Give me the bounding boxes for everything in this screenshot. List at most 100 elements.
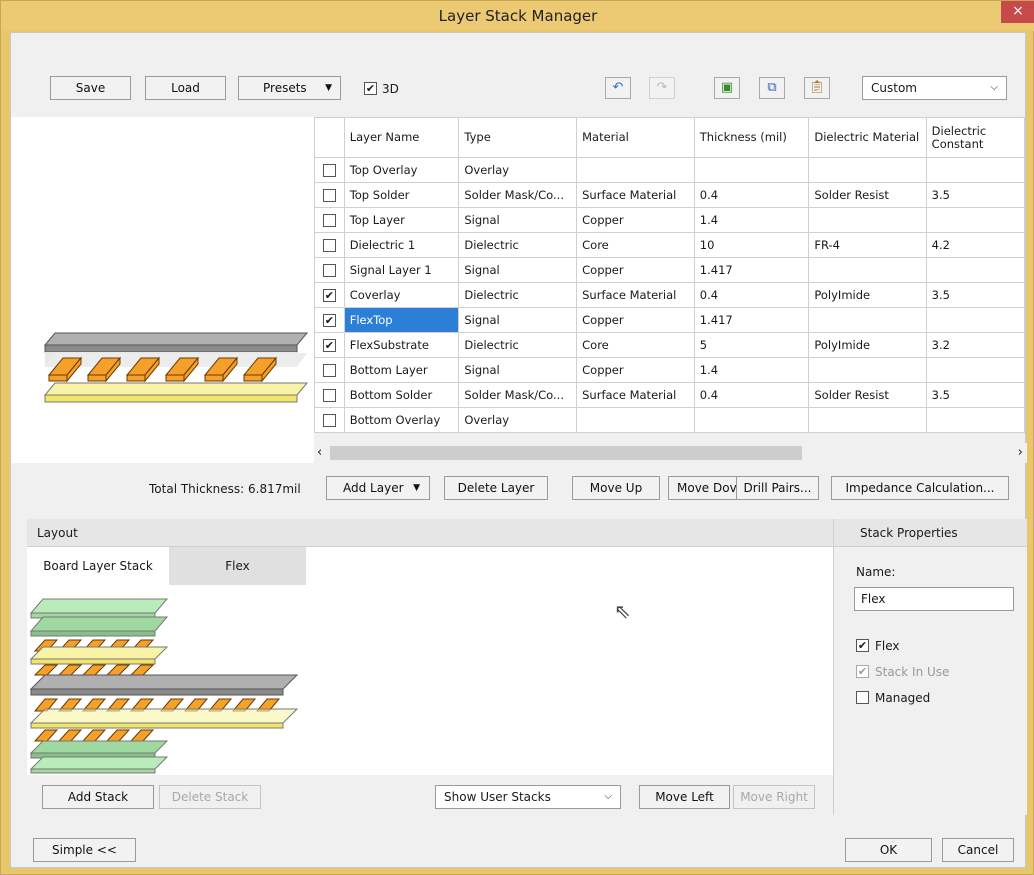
presets-button[interactable]: Presets ▼ [238, 76, 341, 100]
row-select-checkbox[interactable] [314, 157, 345, 183]
row-select-checkbox[interactable] [314, 407, 345, 433]
show-stacks-select[interactable]: Show User Stacks ⌵ [435, 785, 621, 809]
cell-type[interactable]: Signal [458, 357, 578, 383]
cell-dielectric-material[interactable]: FR-4 [808, 232, 927, 258]
cell-type[interactable]: Dielectric [458, 332, 578, 358]
cell-layer-name[interactable]: Top Solder [343, 182, 460, 208]
cell-dielectric-constant[interactable]: 3.2 [925, 332, 1026, 358]
cell-material[interactable]: Surface Material [576, 382, 695, 408]
cell-dielectric-constant[interactable] [925, 157, 1026, 183]
cell-dielectric-material[interactable]: Solder Resist [808, 382, 927, 408]
cell-dielectric-constant[interactable] [925, 407, 1026, 433]
cell-dielectric-material[interactable] [808, 357, 927, 383]
cell-material[interactable]: Core [576, 232, 695, 258]
cell-dielectric-material[interactable] [808, 157, 927, 183]
cell-dielectric-constant[interactable]: 3.5 [925, 282, 1026, 308]
row-select-checkbox[interactable] [314, 382, 345, 408]
cell-type[interactable]: Signal [458, 207, 578, 233]
table-row[interactable]: ✔ FlexSubstrate Dielectric Core 5 PolyIm… [314, 332, 1026, 358]
row-select-checkbox[interactable]: ✔ [314, 307, 345, 333]
cell-dielectric-material[interactable] [808, 307, 927, 333]
tab-board-layer-stack[interactable]: Board Layer Stack [27, 547, 169, 585]
cell-dielectric-constant[interactable]: 3.5 [925, 182, 1026, 208]
load-button[interactable]: Load [145, 76, 226, 100]
cell-dielectric-constant[interactable] [925, 257, 1026, 283]
cell-material[interactable]: Copper [576, 307, 695, 333]
cell-type[interactable]: Dielectric [458, 232, 578, 258]
cell-layer-name[interactable]: FlexSubstrate [343, 332, 460, 358]
preset-select[interactable]: Custom ⌵ [862, 76, 1007, 100]
col-header-layer-name[interactable]: Layer Name [343, 117, 460, 158]
cell-type[interactable]: Signal [458, 307, 578, 333]
table-row[interactable]: Top Solder Solder Mask/Co... Surface Mat… [314, 182, 1026, 208]
cell-thickness[interactable]: 0.4 [693, 182, 810, 208]
paste-icon[interactable]: 📋︎ [804, 77, 830, 99]
row-select-checkbox[interactable] [314, 182, 345, 208]
cancel-button[interactable]: Cancel [942, 838, 1014, 862]
tab-flex[interactable]: Flex [169, 547, 306, 585]
3d-checkbox[interactable]: ✔ [364, 82, 377, 95]
cell-layer-name[interactable]: Coverlay [343, 282, 460, 308]
cell-thickness[interactable]: 0.4 [693, 282, 810, 308]
move-left-button[interactable]: Move Left [639, 785, 730, 809]
cell-thickness[interactable]: 10 [693, 232, 810, 258]
delete-layer-button[interactable]: Delete Layer [444, 476, 548, 500]
managed-checkbox[interactable] [856, 691, 869, 704]
table-row[interactable]: Bottom Layer Signal Copper 1.4 [314, 357, 1026, 383]
cell-dielectric-material[interactable]: PolyImide [808, 332, 927, 358]
col-header-dielectric-material[interactable]: Dielectric Material [808, 117, 927, 158]
table-horizontal-scrollbar[interactable]: ‹ › [314, 443, 1027, 463]
close-button[interactable]: × [1001, 1, 1034, 23]
cell-thickness[interactable]: 1.417 [693, 307, 810, 333]
copy-icon[interactable]: ⧉ [759, 77, 785, 99]
cell-thickness[interactable]: 1.417 [693, 257, 810, 283]
table-row[interactable]: Top Layer Signal Copper 1.4 [314, 207, 1026, 233]
row-select-checkbox[interactable] [314, 232, 345, 258]
row-select-checkbox[interactable]: ✔ [314, 332, 345, 358]
cell-layer-name[interactable]: Bottom Overlay [343, 407, 460, 433]
cell-dielectric-material[interactable] [808, 207, 927, 233]
simple-mode-button[interactable]: Simple << [33, 838, 136, 862]
table-row[interactable]: Bottom Overlay Overlay [314, 407, 1026, 433]
cell-dielectric-material[interactable]: Solder Resist [808, 182, 927, 208]
cell-material[interactable]: Surface Material [576, 282, 695, 308]
cell-dielectric-constant[interactable] [925, 307, 1026, 333]
cell-thickness[interactable]: 5 [693, 332, 810, 358]
cell-dielectric-constant[interactable] [925, 357, 1026, 383]
cell-material[interactable]: Copper [576, 207, 695, 233]
cell-thickness[interactable] [693, 157, 810, 183]
table-row[interactable]: Bottom Solder Solder Mask/Co... Surface … [314, 382, 1026, 408]
cell-type[interactable]: Solder Mask/Co... [458, 182, 578, 208]
move-down-button[interactable]: Move Dov [668, 476, 738, 500]
row-select-checkbox[interactable] [314, 207, 345, 233]
table-row[interactable]: ✔ Coverlay Dielectric Surface Material 0… [314, 282, 1026, 308]
table-row[interactable]: ✔ FlexTop Signal Copper 1.417 [314, 307, 1026, 333]
cell-dielectric-material[interactable]: PolyImide [808, 282, 927, 308]
scrollbar-thumb[interactable] [330, 446, 802, 460]
row-select-checkbox[interactable] [314, 357, 345, 383]
cell-thickness[interactable] [693, 407, 810, 433]
move-up-button[interactable]: Move Up [572, 476, 660, 500]
drill-pairs-button[interactable]: Drill Pairs... [736, 476, 819, 500]
cell-material[interactable]: Copper [576, 257, 695, 283]
cell-type[interactable]: Signal [458, 257, 578, 283]
cell-layer-name[interactable]: Bottom Solder [343, 382, 460, 408]
cell-layer-name[interactable]: Top Overlay [343, 157, 460, 183]
col-header-dielectric-constant[interactable]: Dielectric Constant [925, 117, 1026, 158]
cell-type[interactable]: Solder Mask/Co... [458, 382, 578, 408]
cell-dielectric-constant[interactable]: 4.2 [925, 232, 1026, 258]
cell-dielectric-constant[interactable]: 3.5 [925, 382, 1026, 408]
cell-thickness[interactable]: 1.4 [693, 207, 810, 233]
cell-layer-name[interactable]: Top Layer [343, 207, 460, 233]
ok-button[interactable]: OK [845, 838, 932, 862]
stack-name-input[interactable]: Flex [854, 587, 1014, 611]
cell-dielectric-material[interactable] [808, 257, 927, 283]
cell-material[interactable]: Copper [576, 357, 695, 383]
undo-icon[interactable]: ↶ [605, 77, 631, 99]
add-stack-button[interactable]: Add Stack [42, 785, 154, 809]
cell-material[interactable] [576, 157, 695, 183]
col-header-type[interactable]: Type [458, 117, 578, 158]
col-header-thickness[interactable]: Thickness (mil) [693, 117, 810, 158]
table-row[interactable]: Top Overlay Overlay [314, 157, 1026, 183]
scroll-right-icon[interactable]: › [1018, 445, 1023, 460]
